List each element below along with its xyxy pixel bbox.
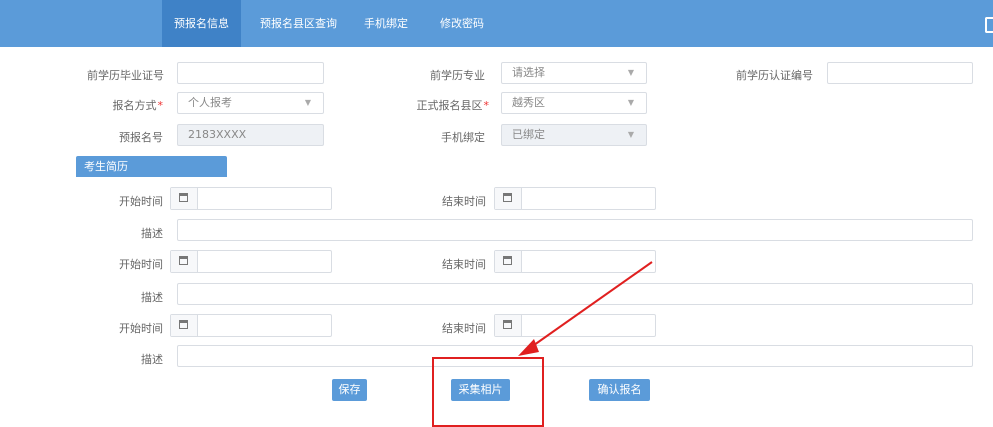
signup-method-select[interactable]: 个人报考 ▼ [177,92,324,114]
prev-cert-no-label: 前学历毕业证号 [87,69,164,82]
description-label: 描述 [141,291,163,304]
calendar-addon[interactable] [495,251,522,272]
calendar-addon[interactable] [171,251,198,272]
calendar-icon [503,256,512,265]
start-time-label: 开始时间 [119,195,163,208]
phone-bind-select[interactable]: 已绑定 ▼ [501,124,647,146]
calendar-icon [179,193,188,202]
description-input[interactable] [177,345,973,367]
end-date-input[interactable] [494,187,656,210]
chevron-down-icon: ▼ [304,98,311,107]
end-time-label: 结束时间 [442,195,486,208]
highlight-box [432,357,544,427]
calendar-icon [179,256,188,265]
county-label-text: 正式报名县区 [416,99,483,112]
calendar-addon[interactable] [495,188,522,209]
prev-major-label: 前学历专业 [430,69,485,82]
phone-bind-value: 已绑定 [512,128,545,141]
calendar-icon [179,320,188,329]
county-value: 越秀区 [512,96,545,109]
save-button[interactable]: 保存 [332,379,367,401]
chevron-down-icon: ▼ [627,130,634,139]
county-select[interactable]: 越秀区 ▼ [501,92,647,114]
chevron-down-icon: ▼ [627,68,634,77]
description-input[interactable] [177,283,973,305]
nav-tab-phone-bind[interactable]: 手机绑定 [352,0,420,47]
calendar-icon [503,193,512,202]
description-label: 描述 [141,353,163,366]
start-date-input[interactable] [170,187,332,210]
prev-auth-no-label: 前学历认证编号 [736,69,813,82]
prev-major-select[interactable]: 请选择 ▼ [501,62,647,84]
calendar-icon [503,320,512,329]
description-input[interactable] [177,219,973,241]
end-time-label: 结束时间 [442,322,486,335]
resume-section-tab[interactable]: 考生简历 [76,156,227,177]
signup-method-value: 个人报考 [188,96,232,109]
calendar-addon[interactable] [171,188,198,209]
start-time-label: 开始时间 [119,322,163,335]
logout-icon[interactable] [985,17,993,33]
nav-tab-county-query[interactable]: 预报名县区查询 [248,0,349,47]
phone-bind-label: 手机绑定 [441,131,485,144]
end-date-input[interactable] [494,250,656,273]
nav-tab-prereg-info[interactable]: 预报名信息 [162,0,241,47]
county-label: 正式报名县区* [394,97,490,113]
start-date-input[interactable] [170,250,332,273]
prev-cert-no-input[interactable] [177,62,324,84]
chevron-down-icon: ▼ [627,98,634,107]
nav-tab-change-password[interactable]: 修改密码 [428,0,496,47]
prev-major-value: 请选择 [512,66,545,79]
signup-method-label: 报名方式* [80,97,164,113]
prev-auth-no-input[interactable] [827,62,973,84]
required-mark: * [483,99,490,112]
end-date-input[interactable] [494,314,656,337]
required-mark: * [157,99,164,112]
signup-method-label-text: 报名方式 [112,99,157,112]
top-nav-bar: 预报名信息 预报名县区查询 手机绑定 修改密码 [0,0,993,47]
start-time-label: 开始时间 [119,258,163,271]
calendar-addon[interactable] [495,315,522,336]
confirm-signup-button[interactable]: 确认报名 [589,379,650,401]
prereg-no-field: 2183XXXX [177,124,324,146]
calendar-addon[interactable] [171,315,198,336]
description-label: 描述 [141,227,163,240]
prereg-no-label: 预报名号 [119,131,163,144]
start-date-input[interactable] [170,314,332,337]
end-time-label: 结束时间 [442,258,486,271]
